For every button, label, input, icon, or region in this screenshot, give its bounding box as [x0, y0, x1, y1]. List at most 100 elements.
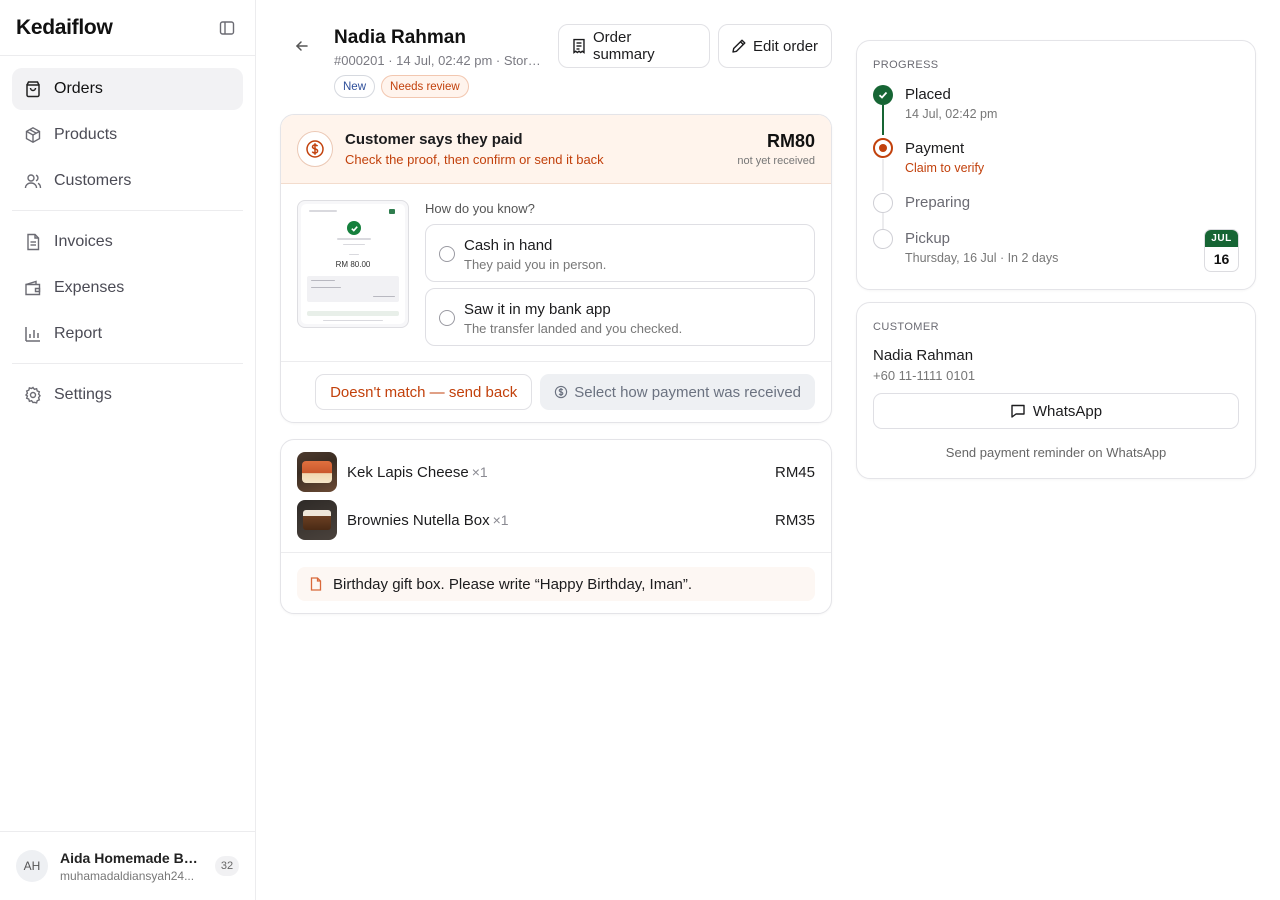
payment-proof-section: RM 80.00 How do you know? Cash in hand T… — [281, 184, 831, 362]
status-chips: New Needs review — [334, 75, 469, 98]
payment-option-cash[interactable]: Cash in hand They paid you in person. — [425, 224, 815, 282]
sidebar-item-label: Report — [54, 325, 103, 342]
whatsapp-label: WhatsApp — [1032, 402, 1103, 420]
item-price: RM35 — [774, 511, 815, 529]
pickup-calendar-icon: JUL 16 — [1204, 229, 1239, 272]
customer-card: Customer Nadia Rahman +60 11-1111 0101 W… — [856, 302, 1256, 479]
customer-name: Nadia Rahman — [873, 347, 974, 364]
order-meta: #000201 · 14 Jul, 02:42 pm · Store Li... — [334, 53, 546, 68]
item-price: RM45 — [774, 463, 815, 481]
sidebar-item-orders[interactable]: Orders — [12, 68, 243, 110]
payment-option-bank[interactable]: Saw it in my bank app The transfer lande… — [425, 288, 815, 346]
step-current-icon — [873, 138, 893, 158]
payment-claim-title: Customer says they paid — [345, 131, 523, 148]
receipt-check-icon — [347, 221, 361, 235]
dollar-icon — [555, 385, 568, 399]
status-badge-new: New — [334, 75, 376, 98]
sidebar-toggle-button[interactable] — [215, 16, 239, 40]
sidebar-toggle-icon — [219, 20, 235, 35]
item-name-text: Brownies Nutella Box — [347, 511, 490, 529]
confirm-payment-button[interactable]: Select how payment was received — [540, 374, 815, 410]
sidebar-item-invoices[interactable]: Invoices — [12, 221, 243, 263]
radio-button[interactable] — [439, 246, 455, 262]
payment-verification-card: Customer says they paid Check the proof,… — [280, 114, 832, 423]
step-subtitle: 14 Jul, 02:42 pm — [905, 107, 998, 121]
brand-row: Kedaiflow — [0, 0, 255, 56]
order-items-card: Kek Lapis Cheese ×1 RM45 Brownies Nutella… — [280, 439, 832, 614]
edit-order-button[interactable]: Edit order — [718, 24, 832, 68]
sidebar-item-label: Expenses — [54, 279, 125, 296]
radio-button[interactable] — [439, 310, 455, 326]
sidebar-item-expenses[interactable]: Expenses — [12, 267, 243, 309]
arrow-left-icon — [295, 41, 308, 51]
box-icon — [24, 126, 42, 144]
receipt-line — [311, 280, 335, 281]
account-name: Aida Homemade Ba... — [60, 849, 203, 866]
list-item: Kek Lapis Cheese ×1 RM45 — [297, 452, 815, 492]
step-pending-icon — [873, 193, 893, 213]
item-name: Kek Lapis Cheese ×1 — [347, 464, 775, 481]
order-note: Birthday gift box. Please write “Happy B… — [297, 567, 815, 601]
sidebar-item-products[interactable]: Products — [12, 114, 243, 156]
customer-heading: Customer — [873, 321, 939, 333]
account-count-badge: 32 — [215, 856, 239, 876]
progress-heading: Progress — [873, 59, 939, 71]
step-subtitle: Claim to verify — [905, 161, 985, 175]
order-summary-button[interactable]: Order summary — [558, 24, 710, 68]
avatar: AH — [16, 850, 48, 882]
payment-claim-text: Customer says they paid Check the proof,… — [345, 131, 737, 167]
receipt-line — [373, 296, 395, 297]
step-connector — [882, 105, 884, 135]
customer-phone: +60 11-1111 0101 — [873, 368, 976, 383]
calendar-month: JUL — [1205, 230, 1238, 247]
option-title: Cash in hand — [464, 237, 553, 254]
dollar-icon — [297, 131, 333, 167]
shopping-bag-icon — [24, 80, 42, 98]
step-connector — [882, 159, 884, 191]
send-reminder-link[interactable]: Send payment reminder on WhatsApp — [873, 445, 1239, 460]
product-thumbnail — [297, 500, 337, 540]
receipt-line — [349, 254, 359, 255]
receipt-amount: RM 80.00 — [335, 260, 371, 269]
sidebar-item-customers[interactable]: Customers — [12, 160, 243, 202]
send-back-button[interactable]: Doesn't match — send back — [315, 374, 533, 410]
receipt-line — [337, 238, 371, 240]
edit-order-label: Edit order — [753, 37, 819, 55]
calendar-day: 16 — [1213, 251, 1230, 267]
account-switcher[interactable]: AH Aida Homemade Ba... muhamadaldiansyah… — [0, 831, 255, 900]
option-description: They paid you in person. — [464, 257, 607, 272]
step-connector — [882, 213, 884, 229]
brand-logo: Kedaiflow — [16, 15, 113, 39]
nav-divider — [12, 210, 243, 211]
whatsapp-button[interactable]: WhatsApp — [873, 393, 1239, 429]
receipt-screenshot-image: RM 80.00 — [301, 204, 405, 324]
order-summary-label: Order summary — [592, 29, 655, 63]
payment-amount-block: RM80 not yet received — [737, 131, 815, 167]
item-quantity: ×1 — [471, 463, 488, 480]
sidebar-item-report[interactable]: Report — [12, 313, 243, 355]
chat-bubble-icon — [1011, 404, 1025, 418]
bar-chart-icon — [24, 325, 42, 343]
wallet-icon — [24, 279, 42, 297]
product-thumbnail — [297, 452, 337, 492]
sidebar-item-label: Settings — [54, 386, 112, 403]
receipt-icon — [573, 38, 585, 54]
option-description: The transfer landed and you checked. — [464, 321, 683, 336]
receipt-footer — [307, 311, 399, 316]
payment-proof-thumbnail[interactable]: RM 80.00 — [297, 200, 409, 328]
receipt-line — [343, 244, 365, 245]
status-badge-needs-review: Needs review — [381, 75, 469, 98]
option-title: Saw it in my bank app — [464, 301, 611, 318]
step-subtitle: Thursday, 16 Jul · In 2 days — [905, 251, 1059, 265]
back-button[interactable] — [290, 34, 314, 58]
sidebar-item-settings[interactable]: Settings — [12, 374, 243, 416]
progress-card: Progress Placed 14 Jul, 02:42 pm Payment… — [856, 40, 1256, 290]
receipt-line — [309, 210, 337, 212]
payment-amount-note: not yet received — [737, 155, 815, 167]
payment-claim-banner: Customer says they paid Check the proof,… — [281, 115, 831, 184]
sidebar-nav: Orders Products Customers Invoices Expen… — [0, 56, 255, 416]
confirm-payment-label: Select how payment was received — [574, 383, 801, 401]
step-title: Pickup — [905, 230, 951, 247]
order-note-text: Birthday gift box. Please write “Happy B… — [333, 575, 693, 593]
users-icon — [24, 172, 42, 190]
